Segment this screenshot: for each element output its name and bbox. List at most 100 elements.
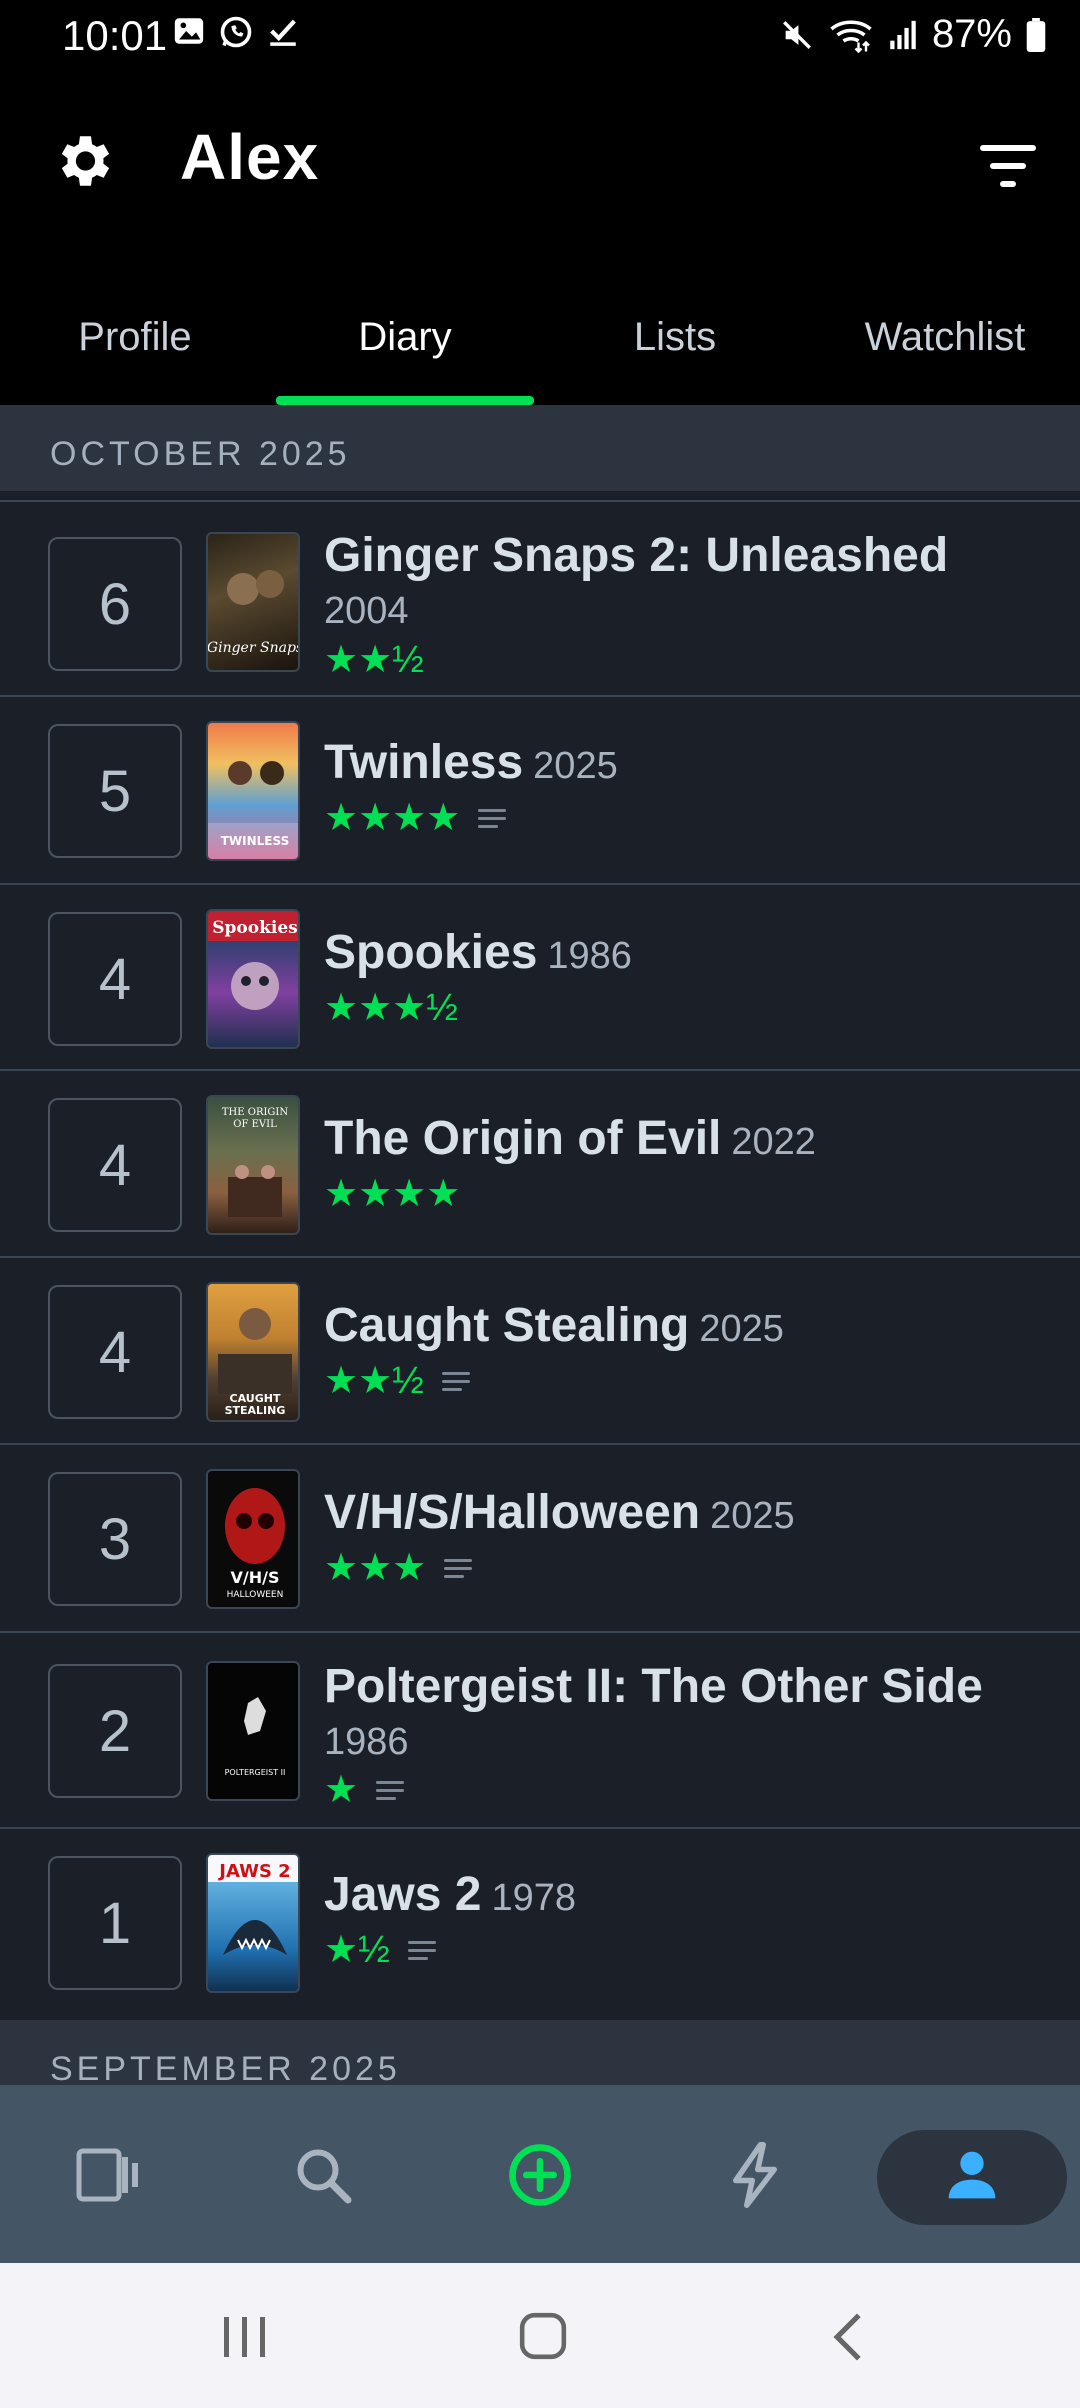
battery-icon	[1026, 17, 1046, 52]
review-icon	[478, 807, 507, 829]
battery-percent: 87%	[931, 12, 1012, 56]
svg-text:OF EVIL: OF EVIL	[233, 1119, 277, 1130]
tab-bar: Profile Diary Lists Watchlist	[0, 295, 1080, 405]
diary-entry[interactable]: 4 CAUGHT STEALING Caught Stealing 2025 ★★½	[0, 1256, 1080, 1443]
svg-text:THE ORIGIN: THE ORIGIN	[222, 1107, 288, 1118]
star-rating: ★½	[324, 1929, 390, 1971]
svg-text:POLTERGEIST II: POLTERGEIST II	[225, 1768, 286, 1777]
add-circle-icon[interactable]	[490, 2125, 590, 2225]
movie-poster[interactable]: POLTERGEIST II	[206, 1661, 300, 1801]
entry-title-text: Ginger Snaps 2: Unleashed	[324, 529, 949, 582]
filter-icon[interactable]	[980, 145, 1036, 187]
entry-year: 2022	[731, 1121, 816, 1163]
tab-diary[interactable]: Diary	[270, 315, 540, 360]
status-bar: 10:01 87%	[0, 0, 1080, 75]
gear-icon[interactable]	[50, 128, 116, 194]
active-tab-indicator	[276, 396, 534, 405]
movie-poster[interactable]: JAWS 2	[206, 1853, 300, 1993]
svg-text:Ginger Snaps: Ginger Snaps	[208, 640, 300, 656]
month-header: SEPTEMBER 2025	[0, 2020, 1080, 2085]
home-icon[interactable]	[518, 2311, 568, 2361]
diary-entry[interactable]: 1 JAWS 2 Jaws 2 1978 ★½	[0, 1827, 1080, 2015]
entry-title-text: The Origin of Evil	[324, 1112, 722, 1165]
entry-year: 1978	[491, 1877, 576, 1919]
entry-day: 4	[48, 1098, 182, 1232]
month-header: OCTOBER 2025	[0, 405, 1080, 491]
diary-list[interactable]: OCTOBER 2025 6 Ginger Snaps Ginger Snaps…	[0, 405, 1080, 2085]
movie-poster[interactable]: V/H/S HALLOWEEN	[206, 1469, 300, 1609]
gallery-icon	[174, 18, 204, 44]
entry-day: 5	[48, 724, 182, 858]
entry-title: Ginger Snaps 2: Unleashed	[324, 528, 948, 583]
entry-year: 1986	[547, 935, 632, 977]
profile-icon[interactable]	[922, 2125, 1022, 2225]
diary-entry[interactable]: 4 THE ORIGIN OF EVIL The Origin of Evil 20…	[0, 1069, 1080, 1256]
entry-year: 2025	[533, 745, 618, 787]
star-rating: ★★★½	[324, 987, 458, 1029]
svg-text:Spookies: Spookies	[212, 918, 297, 938]
entry-day: 2	[48, 1664, 182, 1798]
svg-text:V/H/S: V/H/S	[231, 1568, 280, 1587]
search-icon[interactable]	[273, 2125, 373, 2225]
star-rating: ★	[324, 1769, 359, 1811]
entry-rating: ★★★★	[324, 795, 507, 840]
entry-rating: ★★★★	[324, 1171, 460, 1216]
entry-year: 2025	[710, 1495, 795, 1537]
bottom-nav	[0, 2085, 1080, 2263]
tab-lists[interactable]: Lists	[540, 315, 810, 360]
diary-entry[interactable]: 2 POLTERGEIST II Poltergeist II: The Oth…	[0, 1631, 1080, 1827]
entry-rating: ★★★	[324, 1545, 473, 1590]
svg-text:STEALING: STEALING	[225, 1404, 286, 1417]
entry-title-text: Spookies	[324, 926, 538, 979]
tab-watchlist[interactable]: Watchlist	[810, 315, 1080, 360]
entry-title: Spookies 1986	[324, 925, 632, 980]
profile-username: Alex	[180, 121, 320, 193]
entry-rating: ★★½	[324, 1358, 470, 1403]
status-time: 10:01	[62, 12, 168, 59]
entry-year: 2025	[699, 1308, 784, 1350]
entry-title-text: Caught Stealing	[324, 1299, 690, 1352]
recents-icon[interactable]	[218, 2313, 270, 2361]
review-icon	[376, 1779, 405, 1801]
movie-poster[interactable]: Spookies	[206, 909, 300, 1049]
entry-title: Poltergeist II: The Other Side	[324, 1659, 983, 1714]
entry-rating: ★	[324, 1767, 405, 1812]
back-icon[interactable]	[828, 2311, 868, 2363]
entry-rating: ★★½	[324, 637, 424, 682]
entry-day: 1	[48, 1856, 182, 1990]
tab-profile[interactable]: Profile	[0, 315, 270, 360]
entry-year: 1986	[324, 1721, 409, 1763]
review-icon	[407, 1939, 436, 1961]
svg-text:HALLOWEEN: HALLOWEEN	[227, 1590, 284, 1600]
films-icon[interactable]	[58, 2125, 158, 2225]
diary-entry[interactable]: 4 Spookies Spookies 1986 ★★★½	[0, 883, 1080, 1069]
star-rating: ★★½	[324, 639, 424, 681]
movie-poster[interactable]: Ginger Snaps	[206, 532, 300, 672]
entry-title-text: Jaws 2	[324, 1868, 482, 1921]
signal-icon	[890, 20, 916, 49]
entry-title: Twinless 2025	[324, 735, 618, 790]
diary-entry[interactable]: 6 Ginger Snaps Ginger Snaps 2: Unleashed…	[0, 500, 1080, 695]
diary-entry[interactable]: 3 V/H/S HALLOWEEN V/H/S/Halloween 2025 ★★★	[0, 1443, 1080, 1631]
entry-title-text: Twinless	[324, 736, 524, 789]
movie-poster[interactable]: TWINLESS	[206, 721, 300, 861]
entry-year: 2004	[324, 590, 409, 632]
entry-day: 4	[48, 1285, 182, 1419]
wifi-icon	[830, 19, 872, 53]
entry-title: The Origin of Evil 2022	[324, 1111, 816, 1166]
entry-day: 4	[48, 912, 182, 1046]
entry-title-text: V/H/S/Halloween	[324, 1486, 701, 1539]
review-icon	[441, 1370, 470, 1392]
entry-day: 6	[48, 537, 182, 671]
entry-title: Jaws 2 1978	[324, 1867, 576, 1922]
diary-entry[interactable]: 5 TWINLESS Twinless 2025 ★★★★	[0, 695, 1080, 883]
svg-text:JAWS 2: JAWS 2	[217, 1861, 290, 1882]
movie-poster[interactable]: CAUGHT STEALING	[206, 1282, 300, 1422]
review-icon	[444, 1557, 473, 1579]
entry-title-text: Poltergeist II: The Other Side	[324, 1660, 983, 1713]
entry-day: 3	[48, 1472, 182, 1606]
movie-poster[interactable]: THE ORIGIN OF EVIL	[206, 1095, 300, 1235]
entry-title: Caught Stealing 2025	[324, 1298, 784, 1353]
entry-rating: ★½	[324, 1927, 436, 1972]
activity-icon[interactable]	[705, 2125, 805, 2225]
